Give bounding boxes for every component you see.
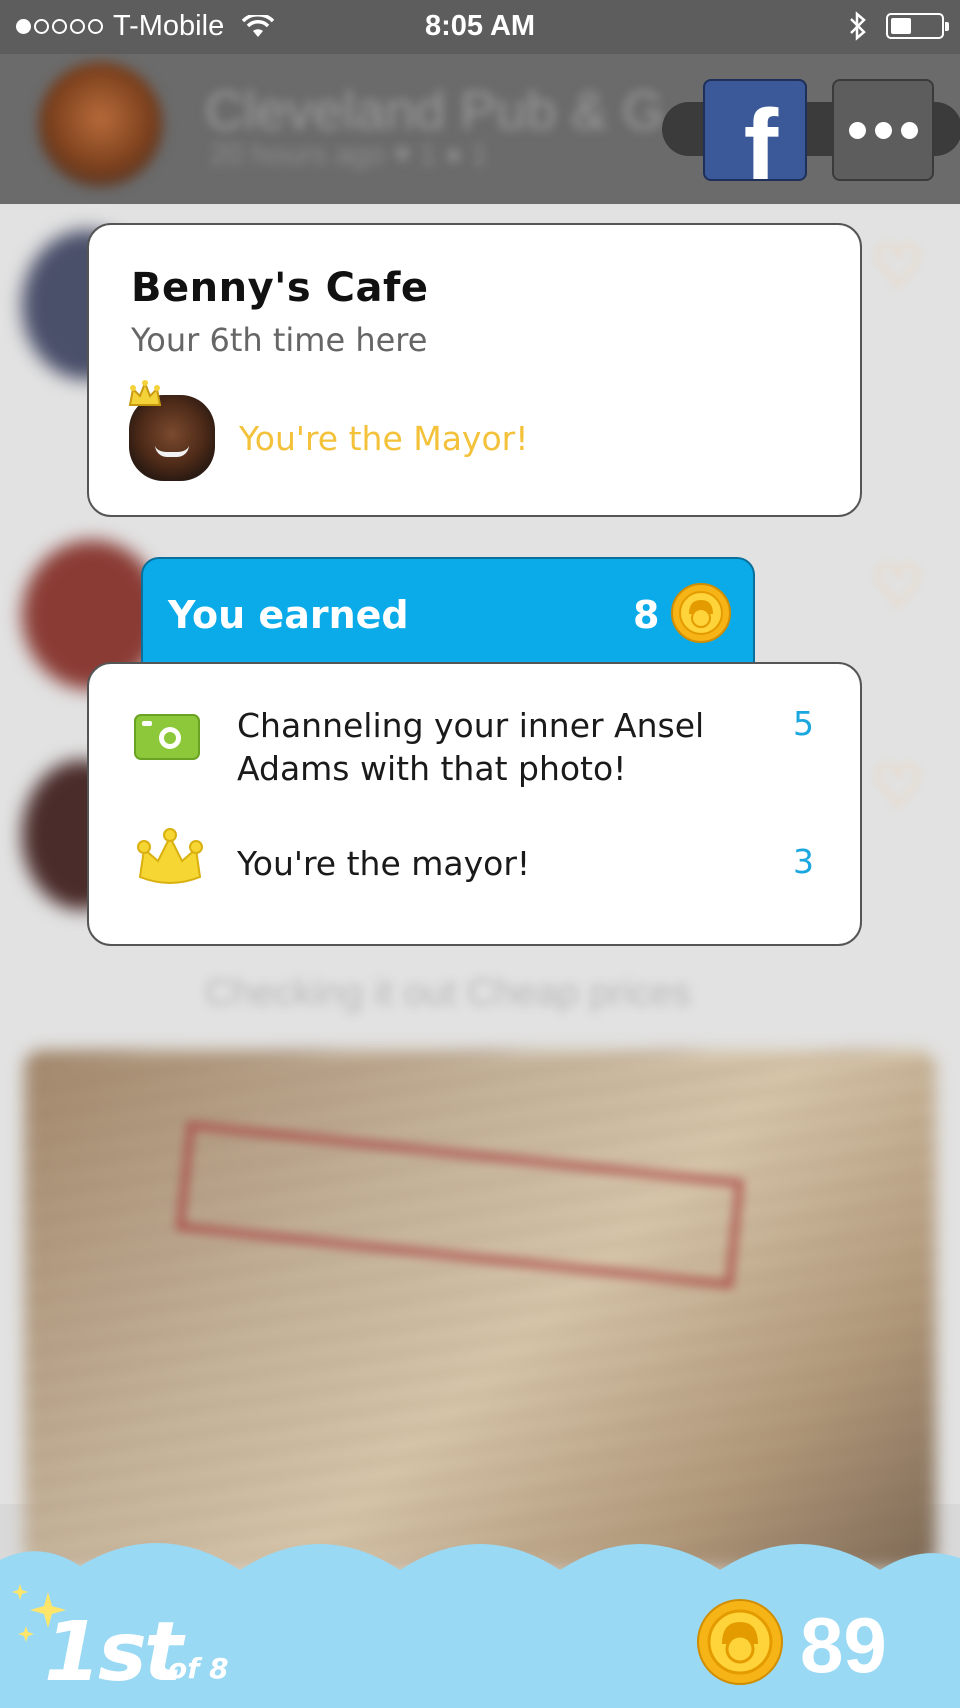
background-photo bbox=[24, 1050, 936, 1570]
earned-item-points: 3 bbox=[793, 842, 814, 881]
crown-icon bbox=[137, 828, 203, 884]
earned-item-description: You're the mayor! bbox=[237, 844, 531, 883]
ellipsis-icon bbox=[848, 121, 866, 139]
venue-card: Benny's Cafe Your 6th time here You're t… bbox=[87, 223, 862, 517]
mayor-status: You're the Mayor! bbox=[239, 419, 529, 458]
background-checkin-text: Checking it out Cheap prices bbox=[205, 972, 691, 1014]
like-heart-icon[interactable]: ♡ bbox=[868, 556, 928, 616]
mayor-crown-icon bbox=[128, 380, 162, 406]
like-heart-icon[interactable]: ♡ bbox=[868, 236, 928, 296]
earned-label: You earned bbox=[168, 593, 409, 637]
status-time: 8:05 AM bbox=[424, 10, 536, 42]
earned-item-points: 5 bbox=[793, 704, 814, 743]
coin-icon bbox=[671, 583, 731, 643]
venue-name: Benny's Cafe bbox=[131, 265, 429, 311]
status-right bbox=[848, 10, 949, 42]
earned-total: 8 bbox=[633, 593, 660, 637]
visit-count: Your 6th time here bbox=[131, 321, 428, 359]
battery-icon bbox=[886, 13, 949, 39]
earned-item: Channeling your inner Ansel Adams with t… bbox=[89, 704, 860, 794]
camera-icon bbox=[134, 714, 200, 760]
like-heart-icon[interactable]: ♡ bbox=[868, 756, 928, 816]
earned-item: You're the mayor! 3 bbox=[89, 828, 860, 904]
background-venue-title: Cleveland Pub & G bbox=[205, 81, 665, 141]
background-venue-meta: 20 hours ago ♥ 1 ● 1 bbox=[210, 138, 488, 171]
bluetooth-icon bbox=[850, 11, 866, 41]
facebook-icon: f bbox=[743, 89, 779, 181]
mayor-avatar bbox=[128, 380, 215, 481]
facebook-share-button[interactable]: f bbox=[703, 79, 807, 181]
background-venue-avatar bbox=[38, 62, 163, 187]
earned-items-card: Channeling your inner Ansel Adams with t… bbox=[87, 662, 862, 946]
rank-total: of 8 bbox=[168, 1652, 229, 1685]
more-options-button[interactable] bbox=[832, 79, 934, 181]
status-bar: T-Mobile 8:05 AM bbox=[0, 0, 960, 54]
earned-header: You earned 8 bbox=[141, 557, 755, 677]
coin-count: 89 bbox=[800, 1601, 887, 1689]
coin-icon bbox=[697, 1599, 783, 1685]
earned-item-description: Channeling your inner Ansel Adams with t… bbox=[237, 706, 705, 788]
rank-position: 1st bbox=[44, 1605, 183, 1700]
